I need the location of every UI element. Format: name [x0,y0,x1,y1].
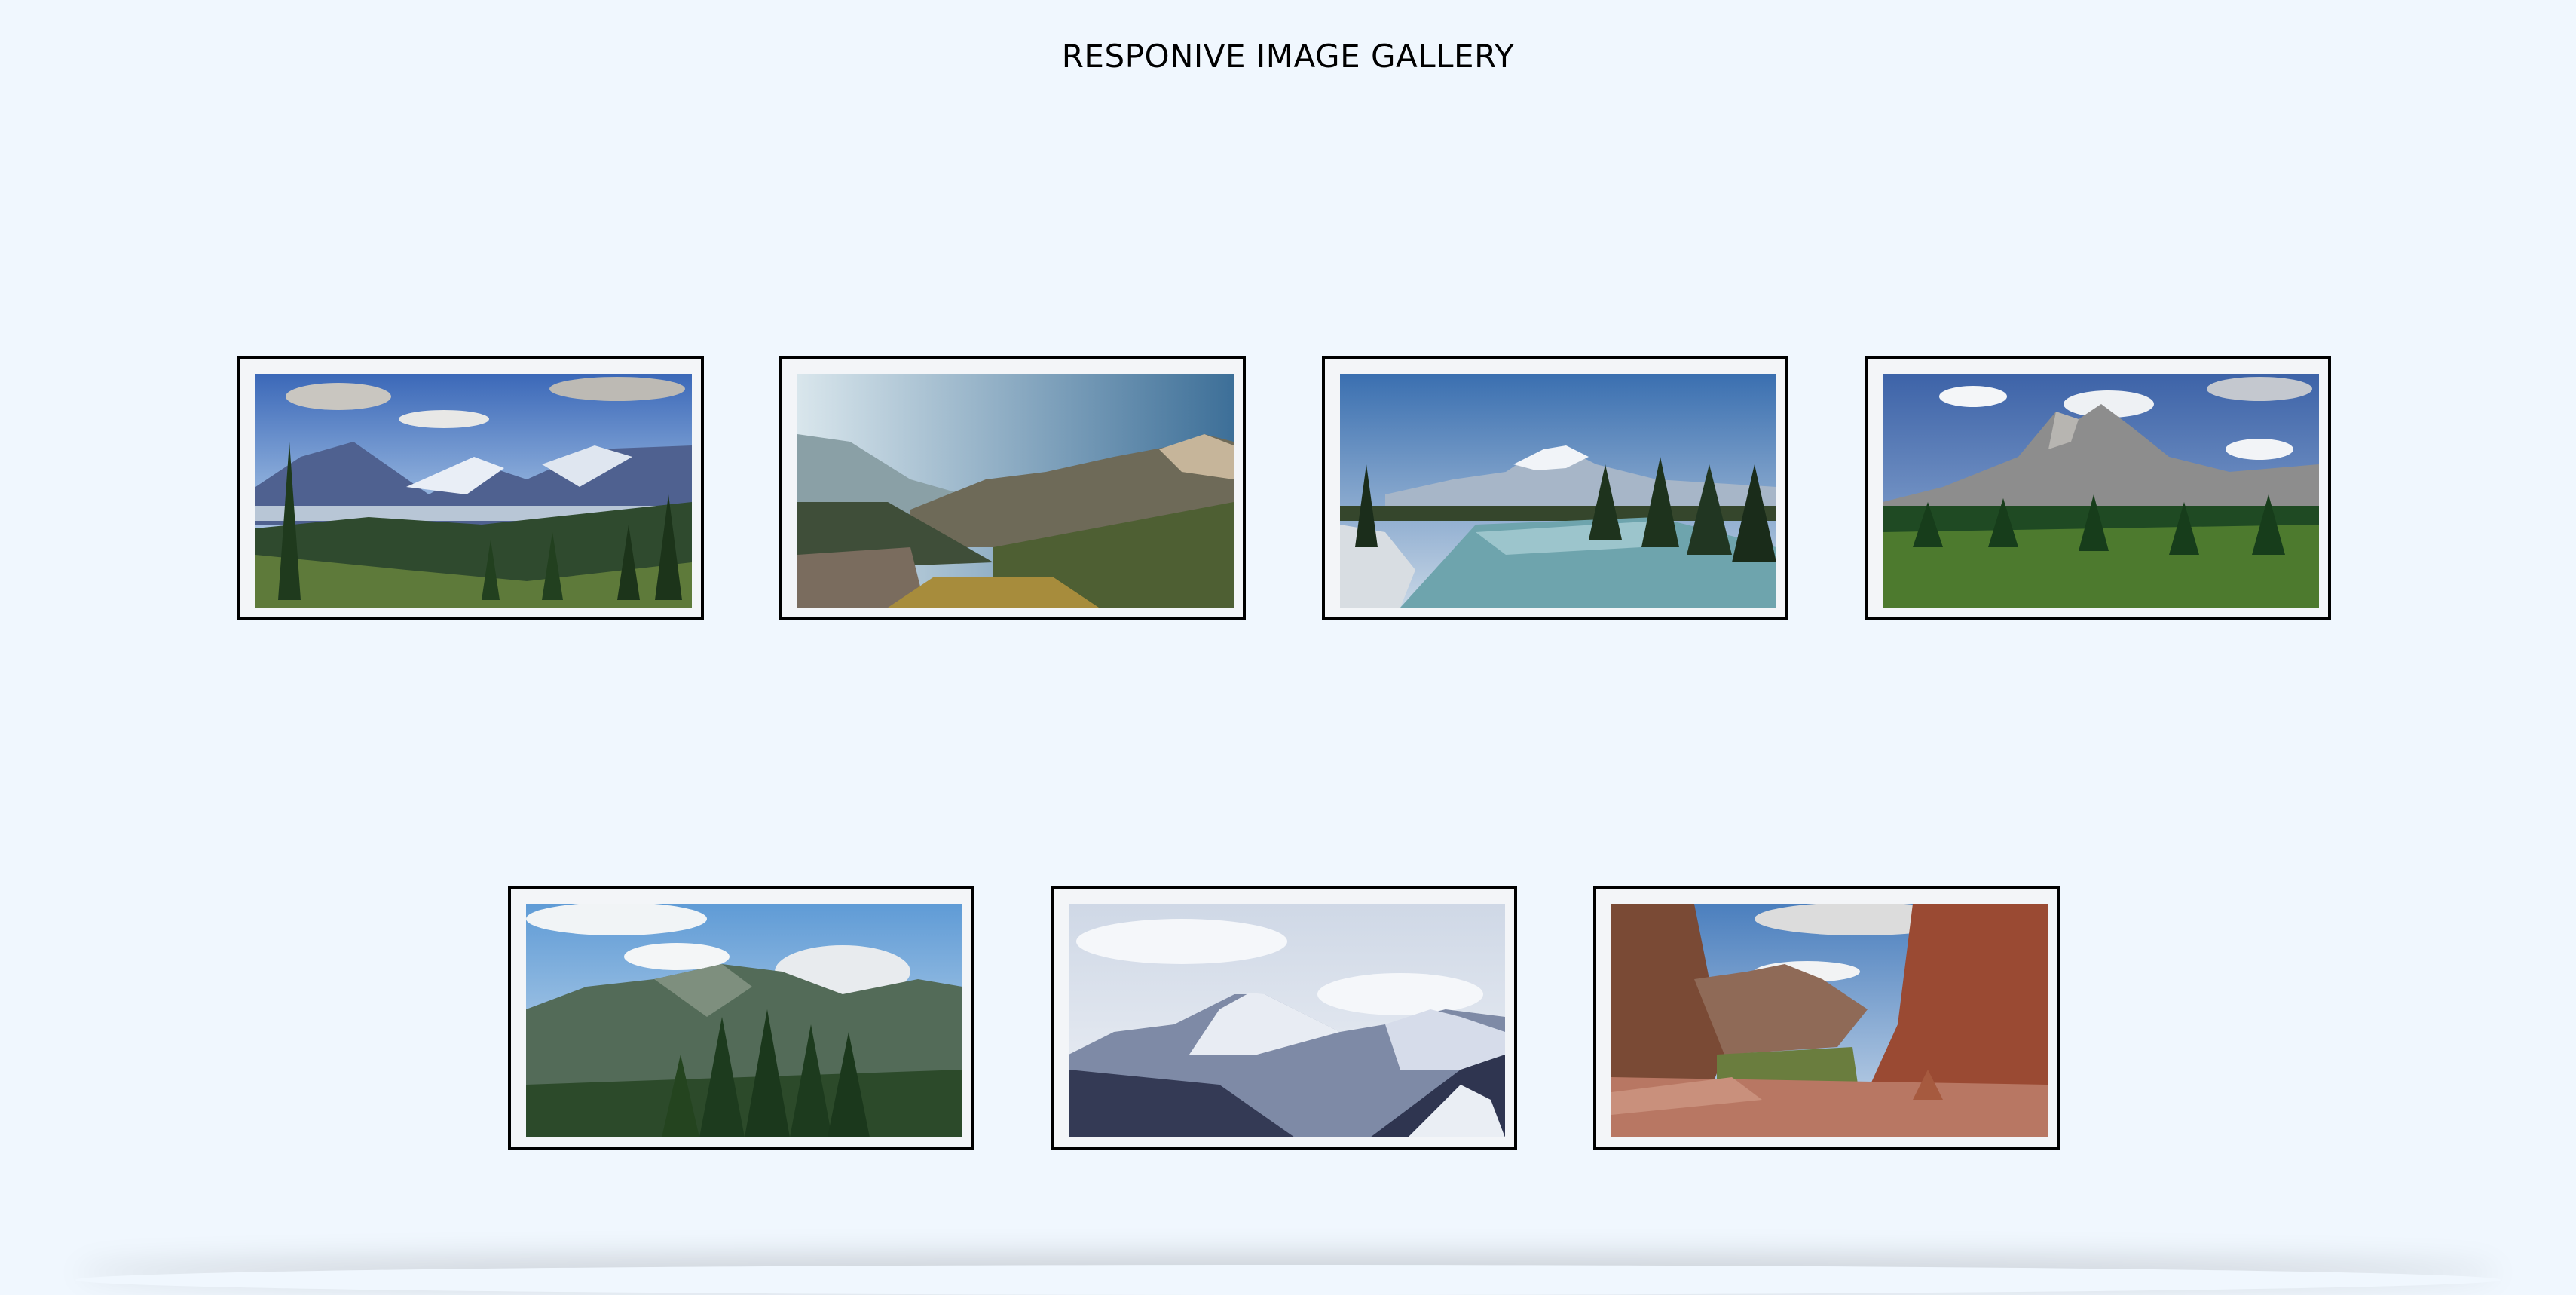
gallery-image[interactable] [1611,904,2048,1137]
gallery-image[interactable] [1883,374,2319,608]
gallery-image[interactable] [526,904,962,1137]
gallery-item[interactable] [1051,886,1517,1150]
gallery-item[interactable] [237,356,704,620]
gallery-image[interactable] [255,374,692,608]
page-title: RESPONIVE IMAGE GALLERY [1061,38,1515,75]
gallery-item[interactable] [1593,886,2060,1150]
gallery-item[interactable] [508,886,974,1150]
gallery-item[interactable] [1865,356,2331,620]
gallery-item[interactable] [1322,356,1788,620]
bottom-shadow [75,1265,2501,1295]
gallery-item[interactable] [779,356,1246,620]
gallery-image[interactable] [797,374,1234,608]
gallery-image[interactable] [1069,904,1505,1137]
gallery-image[interactable] [1340,374,1776,608]
